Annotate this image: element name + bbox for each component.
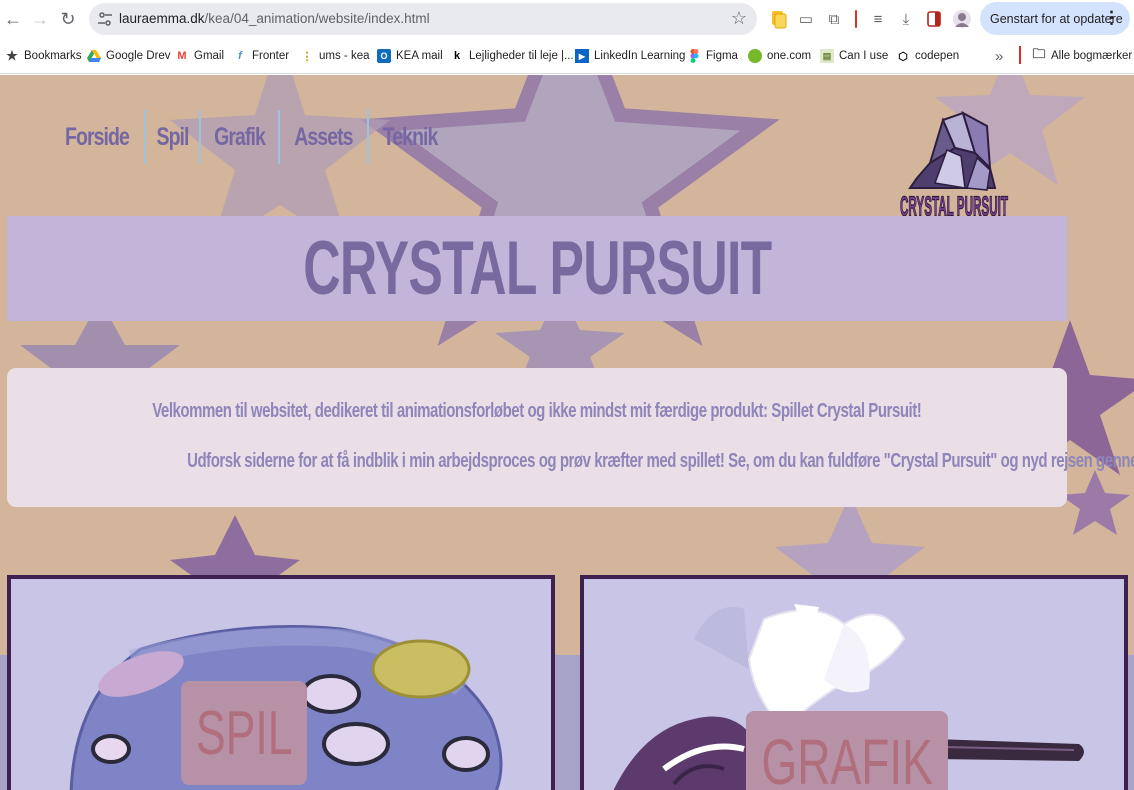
outlook-icon: O [377,49,391,63]
welcome-box: Velkommen til websitet, dedikeret til an… [7,368,1134,507]
bookmark-label: KEA mail [396,50,443,62]
page-title: CRYSTAL PURSUIT [302,226,772,311]
chrome-menu-icon[interactable]: ⋮ [1103,8,1120,28]
extensions-puzzle-icon[interactable]: ⧉ [823,8,845,30]
bookmark-item[interactable]: O KEA mail [377,48,443,64]
bookmark-label: one.com [767,50,812,62]
bookmark-item[interactable]: ▤ Can I use [820,48,888,64]
bookmark-item[interactable]: f Fronter [233,48,289,64]
page-title-banner: CRYSTAL PURSUIT [7,216,1067,321]
url-host: lauraemma.dk [119,11,205,26]
bookmark-item[interactable]: k Lejligheder til leje |... [450,48,574,64]
browser-toolbar: ← → ↻ lauraemma.dk/kea/04_animation/webs… [0,0,1134,38]
nav-divider [143,110,146,164]
toolbar-separator [855,10,857,28]
forward-icon[interactable]: → [28,7,52,31]
back-icon[interactable]: ← [1,7,25,31]
reload-icon[interactable]: ↻ [56,7,80,31]
more-bookmarks-chevron-icon[interactable]: » [995,48,1003,65]
card-label-grafik-text: GRAFIK [761,726,933,790]
bookmark-item[interactable]: ★ Bookmarks [5,48,82,64]
extension-notes-icon[interactable] [768,8,790,30]
profile-avatar[interactable] [951,8,973,30]
bookmark-label: Can I use [839,50,889,62]
welcome-text-1: Velkommen til websitet, dedikeret til an… [152,400,922,422]
all-bookmarks-label: Alle bogmærker [1051,50,1133,62]
bookmark-label: Bookmarks [24,50,82,62]
site-settings-icon[interactable] [97,11,113,27]
update-restart-button[interactable]: Genstart for at opdatere ⋮ [980,2,1130,35]
media-queue-icon[interactable]: ≡ [867,8,889,30]
k-icon: k [453,50,461,62]
onecom-icon [748,49,762,63]
dots-icon: ⋮ [301,50,313,63]
download-icon[interactable]: ⤓ [895,8,917,30]
bookmark-label: Fronter [252,50,290,62]
bookmark-item[interactable]: ⋮ ums - kea [300,48,370,64]
caniuse-icon: ▤ [820,49,834,63]
folder-icon: 🗀 [1032,46,1046,61]
card-grafik[interactable]: GRAFIK [580,575,1128,790]
nav-link-forside[interactable]: Forside [62,123,132,152]
fronter-icon: f [238,50,242,62]
card-label-spil-text: SPIL [195,698,293,768]
bookmark-label: Figma [706,50,738,62]
site-navigation: Forside Spil Grafik Assets Teknik [52,110,449,164]
crystal-pursuit-logo[interactable]: CRYSTAL PURSUIT [895,108,1013,228]
bookmark-label: Lejligheder til leje |... [469,50,574,62]
address-bar[interactable]: lauraemma.dk/kea/04_animation/website/in… [89,3,757,35]
bookmark-item[interactable]: one.com [748,48,811,64]
bookmarks-bar: ★ Bookmarks Google Drev M Gmail f Fronter ⋮… [0,38,1134,74]
side-panel-icon[interactable] [923,8,945,30]
nav-divider [366,110,369,164]
extension-image-icon[interactable]: ▭ [795,8,817,30]
star-icon: ★ [6,48,18,63]
gmail-icon: M [177,50,187,62]
nav-link-assets[interactable]: Assets [291,123,356,152]
bookmark-item[interactable]: M Gmail [175,48,224,64]
nav-divider [198,110,201,164]
webpage: Forside Spil Grafik Assets Teknik CRYSTA… [0,75,1134,790]
nav-link-teknik[interactable]: Teknik [379,123,440,152]
bookmark-label: Gmail [194,50,225,62]
nav-divider [278,110,281,164]
bookmark-label: ums - kea [319,50,370,62]
bookmark-item[interactable]: Google Drev [87,48,171,64]
bookmark-label: Google Drev [106,50,171,62]
url-text[interactable]: lauraemma.dk/kea/04_animation/website/in… [119,11,430,26]
bookmark-item[interactable]: ⬡ codepen [896,48,959,64]
card-label-grafik: GRAFIK [746,711,948,790]
url-path: /kea/04_animation/website/index.html [204,11,430,26]
welcome-line-2: Udforsk siderne for at få indblik i min … [7,450,1134,473]
nav-link-grafik[interactable]: Grafik [211,123,268,152]
bookmark-item[interactable]: Figma [687,48,738,64]
welcome-line-1: Velkommen til websitet, dedikeret til an… [7,400,1067,423]
bookmark-star-icon[interactable]: ☆ [731,8,747,29]
welcome-text-2: Udforsk siderne for at få indblik i min … [187,450,1134,472]
bookmark-label: codepen [915,50,960,62]
google-drive-icon [87,49,101,63]
bookmark-label: LinkedIn Learning [594,50,686,62]
bookmark-item[interactable]: ▶ LinkedIn Learning [575,48,685,64]
card-spil[interactable]: SPIL [7,575,555,790]
nav-link-spil[interactable]: Spil [153,123,191,152]
linkedin-learning-icon: ▶ [575,49,589,63]
figma-icon [687,49,701,63]
background-star [1060,470,1130,535]
all-bookmarks-button[interactable]: 🗀 Alle bogmærker [1032,46,1133,64]
card-label-spil: SPIL [181,681,307,785]
bookmarks-separator [1019,46,1021,64]
codepen-icon: ⬡ [898,50,908,63]
